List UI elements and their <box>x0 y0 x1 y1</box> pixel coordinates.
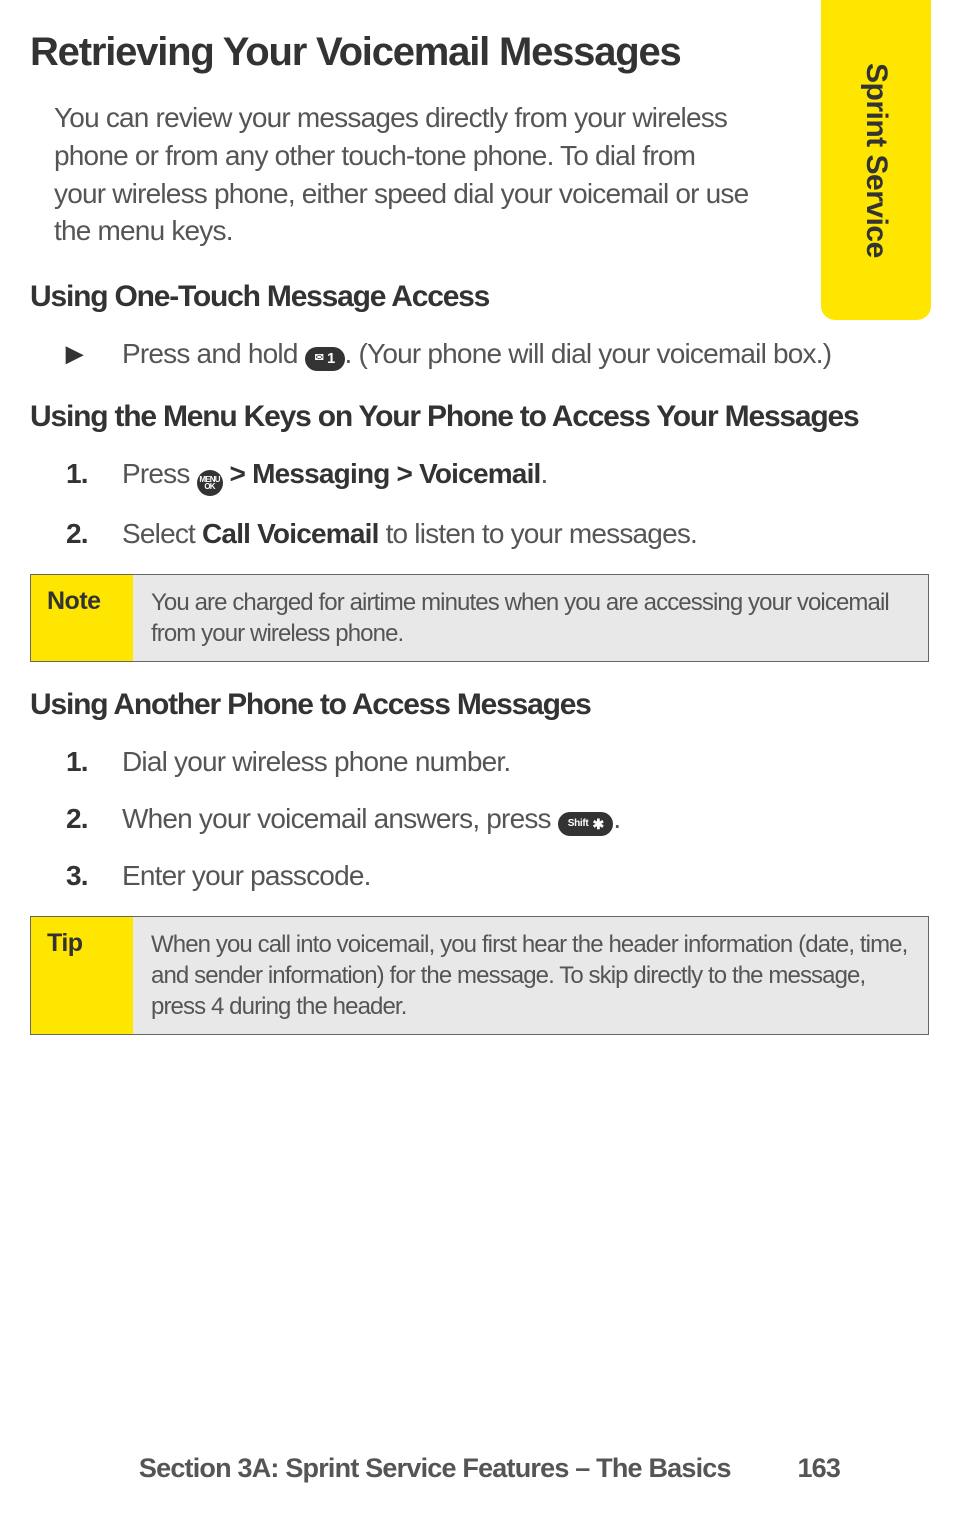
heading-menu-keys: Using the Menu Keys on Your Phone to Acc… <box>30 400 929 434</box>
key-label-bot: OK <box>204 483 214 491</box>
triangle-bullet-icon: ▶ <box>66 334 94 374</box>
step-text: When your voicemail answers, press Shift… <box>122 799 929 838</box>
digit-glyph: 1 <box>327 348 335 369</box>
text-fragment: Select <box>122 518 202 549</box>
shift-glyph: Shift <box>568 817 589 831</box>
one-touch-step: ▶ Press and hold ✉1. (Your phone will di… <box>66 334 929 374</box>
another-step-3: 3. Enter your passcode. <box>66 856 929 895</box>
tip-label: Tip <box>31 917 133 1035</box>
footer-section: Section 3A: Sprint Service Features – Th… <box>139 1453 731 1483</box>
bold-label: Call Voicemail <box>202 518 379 549</box>
menu-ok-key-icon: MENUOK <box>197 470 223 496</box>
step-number: 2. <box>66 799 94 838</box>
step-number: 3. <box>66 856 94 895</box>
step-number: 1. <box>66 742 94 781</box>
footer-page-number: 163 <box>797 1453 840 1483</box>
note-callout: Note You are charged for airtime minutes… <box>30 574 929 662</box>
intro-paragraph: You can review your messages directly fr… <box>54 99 749 250</box>
tip-body: When you call into voicemail, you first … <box>133 917 928 1035</box>
shift-star-key-icon: Shift✱ <box>558 812 614 836</box>
page-footer: Section 3A: Sprint Service Features – Th… <box>0 1453 979 1484</box>
text-fragment: When your voicemail answers, press <box>122 803 558 834</box>
section-tab-label: Sprint Service <box>859 63 893 258</box>
heading-another-phone: Using Another Phone to Access Messages <box>30 688 929 722</box>
another-step-1: 1. Dial your wireless phone number. <box>66 742 929 781</box>
text-fragment: . <box>613 803 620 834</box>
another-step-2: 2. When your voicemail answers, press Sh… <box>66 799 929 838</box>
step-text: Select Call Voicemail to listen to your … <box>122 514 929 553</box>
text-fragment: . <box>541 458 548 489</box>
bold-path: > Messaging > Voicemail <box>223 458 541 489</box>
star-glyph: ✱ <box>592 817 603 831</box>
text-fragment: . (Your phone will dial your voicemail b… <box>345 338 832 369</box>
step-text: Dial your wireless phone number. <box>122 742 929 781</box>
note-body: You are charged for airtime minutes when… <box>133 575 928 661</box>
menu-step-1: 1. Press MENUOK > Messaging > Voicemail. <box>66 454 929 497</box>
heading-one-touch: Using One-Touch Message Access <box>30 280 929 314</box>
step-number: 1. <box>66 454 94 493</box>
envelope-glyph: ✉ <box>315 351 323 366</box>
step-number: 2. <box>66 514 94 553</box>
one-touch-text: Press and hold ✉1. (Your phone will dial… <box>122 334 929 373</box>
voicemail-1-key-icon: ✉1 <box>305 347 345 371</box>
tip-callout: Tip When you call into voicemail, you fi… <box>30 916 929 1036</box>
text-fragment: Press <box>122 458 197 489</box>
section-tab: Sprint Service <box>821 0 931 320</box>
step-text: Enter your passcode. <box>122 856 929 895</box>
step-text: Press MENUOK > Messaging > Voicemail. <box>122 454 929 497</box>
note-label: Note <box>31 575 133 661</box>
page-title: Retrieving Your Voicemail Messages <box>30 30 929 75</box>
menu-step-2: 2. Select Call Voicemail to listen to yo… <box>66 514 929 553</box>
text-fragment: Press and hold <box>122 338 305 369</box>
text-fragment: to listen to your messages. <box>379 518 697 549</box>
